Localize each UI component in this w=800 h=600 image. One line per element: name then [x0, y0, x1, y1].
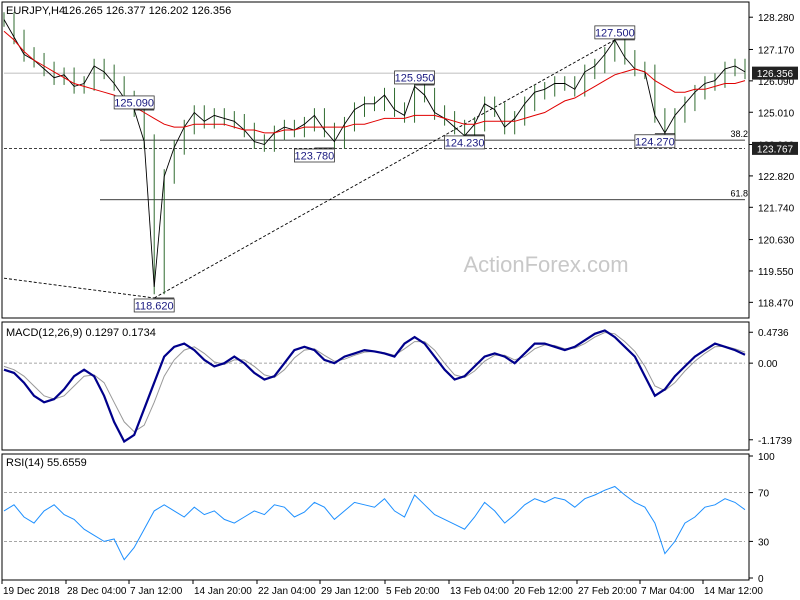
xtick-label: 27 Feb 20:00 — [578, 586, 637, 597]
watermark: ActionForex.com — [463, 252, 628, 277]
macd-panel-frame — [1, 321, 750, 451]
xtick-label: 29 Jan 12:00 — [321, 586, 379, 597]
xtick-label: 19 Dec 2018 — [3, 586, 60, 597]
macd-layer — [3, 329, 746, 444]
fib-label-61.8: 61.8 — [730, 189, 748, 199]
level-label-127.500: 127.500 — [595, 27, 635, 39]
level-label-124.270: 124.270 — [635, 136, 675, 148]
xtick-label: 22 Jan 04:00 — [258, 586, 316, 597]
xtick-label: 5 Feb 20:00 — [386, 586, 440, 597]
xtick-label: 28 Dec 04:00 — [67, 586, 127, 597]
macd-ytick-label: -1.1739 — [758, 436, 792, 447]
level-label-118.620: 118.620 — [135, 300, 174, 312]
price-panel-frame — [1, 1, 750, 319]
fib-label-38.2: 38.2 — [730, 129, 748, 139]
rsi-ytick-label: 0 — [758, 574, 764, 585]
ohlc-label: 126.265 126.377 126.202 126.356 — [63, 5, 231, 17]
rsi-ytick-label: 30 — [758, 537, 770, 548]
symbol-label: EURJPY,H4 — [6, 5, 65, 17]
macd-signal-line — [3, 331, 746, 433]
current-price-tag: 126.356 — [757, 69, 794, 80]
rsi-ytick-label: 100 — [758, 452, 775, 463]
price-ytick-label: 119.550 — [758, 267, 794, 278]
rsi-line — [3, 485, 746, 561]
macd-title: MACD(12,26,9) 0.1297 0.1734 — [6, 327, 156, 339]
rsi-panel-frame — [1, 453, 750, 581]
xtick-label: 7 Jan 12:00 — [130, 586, 183, 597]
trend-line-left — [3, 277, 155, 299]
xtick-label: 14 Mar 12:00 — [704, 586, 763, 597]
price-ytick-label: 128.280 — [758, 13, 795, 24]
rsi-ytick-label: 70 — [758, 489, 770, 500]
level-label-125.090: 125.090 — [114, 97, 154, 109]
support-price-tag: 123.767 — [757, 144, 794, 155]
xtick-label: 7 Mar 04:00 — [641, 586, 695, 597]
macd-ytick-label: 0.4736 — [758, 328, 789, 339]
price-line — [3, 19, 746, 287]
price-ytick-label: 127.170 — [758, 45, 795, 56]
price-ytick-label: 122.820 — [758, 172, 795, 183]
level-label-123.780: 123.780 — [295, 151, 335, 163]
price-ytick-label: 120.630 — [758, 236, 795, 247]
macd-ytick-label: 0.00 — [758, 359, 778, 370]
xtick-label: 20 Feb 12:00 — [514, 586, 573, 597]
price-ytick-label: 121.740 — [758, 203, 795, 214]
moving-average-line — [3, 30, 746, 134]
rsi-layer — [3, 485, 746, 561]
price-ytick-label: 125.010 — [758, 108, 795, 119]
level-label-125.950: 125.950 — [395, 72, 435, 84]
rsi-title: RSI(14) 55.6559 — [6, 457, 87, 469]
xtick-label: 14 Jan 20:00 — [194, 586, 252, 597]
xtick-label: 13 Feb 04:00 — [450, 586, 509, 597]
chart: EURJPY,H4 126.265 126.377 126.202 126.35… — [1, 1, 798, 597]
macd-line — [3, 329, 746, 444]
price-ytick-label: 118.470 — [758, 298, 794, 309]
level-label-124.230: 124.230 — [445, 137, 485, 149]
price-layer: 38.2 61.8 127.500 125.950 125.090 124.230 124.… — [3, 12, 748, 312]
